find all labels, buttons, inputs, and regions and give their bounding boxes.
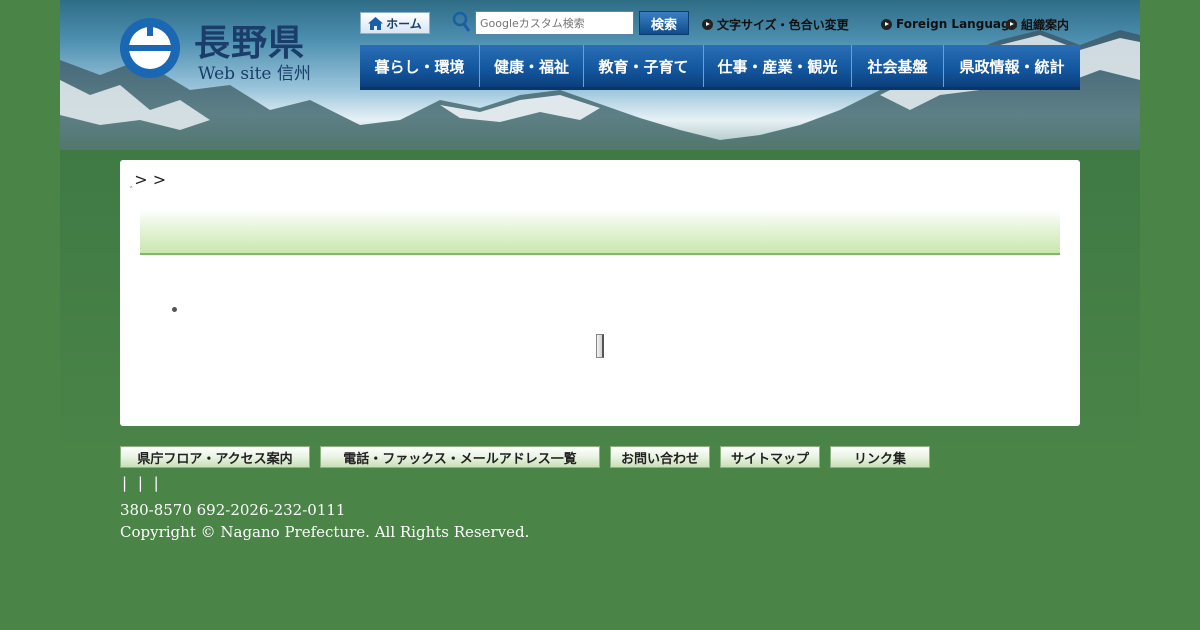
footer-contact-list-button[interactable]: 電話・ファックス・メールアドレス一覧 [320, 446, 600, 468]
breadcrumb-mark: , [130, 181, 133, 189]
home-label: ホーム [386, 16, 422, 31]
footer-sitemap-button[interactable]: サイトマップ [720, 446, 820, 468]
footer-separators: | | | [122, 474, 162, 492]
footer-links-button[interactable]: リンク集 [830, 446, 930, 468]
nav-item-infrastructure[interactable]: 社会基盤 [852, 45, 944, 87]
site-logo[interactable]: 長野県 Web site 信州 [118, 14, 328, 84]
organization-label: 組織案内 [1021, 17, 1070, 32]
page-title-bar [140, 210, 1060, 255]
nav-item-government[interactable]: 県政情報・統計 [944, 45, 1080, 87]
main-content: , > > [120, 160, 1080, 426]
page: 長野県 Web site 信州 ホーム 検索 文字サイズ・色合い変更 Forei… [0, 0, 1200, 630]
home-button[interactable]: ホーム [360, 12, 430, 34]
arrow-bullet-icon [881, 18, 892, 30]
nav-item-work[interactable]: 仕事・産業・観光 [704, 45, 852, 87]
nav-item-living[interactable]: 暮らし・環境 [360, 45, 480, 87]
nav-item-health[interactable]: 健康・福祉 [480, 45, 584, 87]
footer-access-button[interactable]: 県庁フロア・アクセス案内 [120, 446, 310, 468]
home-icon [368, 16, 384, 30]
list-bullet [172, 307, 177, 312]
nav-item-education[interactable]: 教育・子育て [584, 45, 704, 87]
search-input[interactable] [475, 11, 634, 35]
arrow-bullet-icon [1006, 18, 1017, 30]
organization-link[interactable]: 組織案内 [1006, 15, 1069, 33]
global-nav: 暮らし・環境 健康・福祉 教育・子育て 仕事・産業・観光 社会基盤 県政情報・統… [360, 45, 1080, 90]
small-button[interactable] [596, 334, 604, 358]
foreign-language-link[interactable]: Foreign Language [881, 15, 1018, 33]
arrow-bullet-icon [702, 18, 713, 30]
font-size-color-link[interactable]: 文字サイズ・色合い変更 [702, 15, 849, 33]
search-button[interactable]: 検索 [639, 11, 689, 35]
nagano-logo-icon [120, 18, 180, 78]
foreign-language-label: Foreign Language [896, 17, 1018, 31]
breadcrumb-text: > > [134, 170, 167, 189]
footer-address: 380-8570 692-2026-232-0111 [120, 501, 346, 519]
font-size-color-label: 文字サイズ・色合い変更 [717, 17, 849, 32]
footer-inquiry-button[interactable]: お問い合わせ [610, 446, 710, 468]
footer-copyright: Copyright © Nagano Prefecture. All Right… [120, 523, 530, 541]
logo-subtitle: Web site 信州 [198, 64, 311, 84]
search-icon [452, 11, 471, 32]
breadcrumb: , > > [130, 170, 166, 189]
